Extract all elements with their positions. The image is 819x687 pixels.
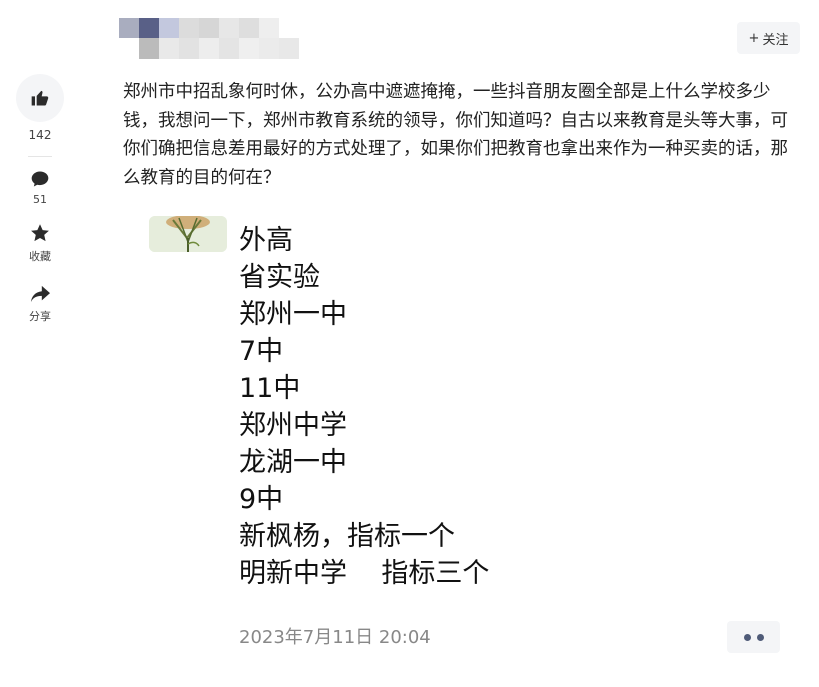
user-avatar-blurred[interactable] (119, 18, 301, 60)
share-label: 分享 (29, 310, 51, 323)
list-item: 外高 (239, 225, 293, 256)
star-icon (31, 224, 49, 242)
list-item: 明新中学 指标三个 (239, 558, 490, 589)
favorite-label: 收藏 (29, 250, 51, 263)
list-item: 11中 (239, 373, 301, 404)
image-thumbnail[interactable] (149, 216, 227, 252)
post-timestamp: 2023年7月11日 20:04 (239, 627, 431, 648)
thumbs-up-icon (31, 90, 49, 106)
list-item: 郑州中学 (239, 410, 347, 441)
like-count: 142 (28, 128, 52, 142)
comment-count: 51 (33, 193, 47, 206)
share-button[interactable]: 分享 (16, 284, 64, 324)
comment-button[interactable]: 51 (16, 169, 64, 206)
list-item: 省实验 (239, 262, 320, 293)
favorite-button[interactable]: 收藏 (16, 222, 64, 264)
follow-button[interactable]: + 关注 (737, 22, 800, 54)
share-arrow-icon (30, 285, 50, 303)
list-item: 9中 (239, 484, 284, 515)
more-options-button[interactable] (727, 621, 780, 653)
list-item: 郑州一中 (239, 299, 347, 330)
list-item: 7中 (239, 336, 284, 367)
action-sidebar: 142 51 收藏 分享 (16, 74, 64, 324)
like-button[interactable] (16, 74, 64, 122)
dot-icon (756, 633, 764, 641)
post-body-text: 郑州市中招乱象何时休，公办高中遮遮掩掩，一些抖音朋友圈全部是上什么学校多少钱，我… (123, 82, 788, 188)
follow-label: 关注 (762, 32, 789, 48)
plus-icon: + (748, 30, 760, 46)
post-image-text: 外高 省实验 郑州一中 7中 11中 郑州中学 龙湖一中 9中 新枫杨，指标一个… (239, 222, 489, 592)
list-item: 新枫杨，指标一个 (239, 521, 455, 552)
sidebar-divider (28, 156, 52, 157)
flower-image (149, 216, 227, 252)
list-item: 龙湖一中 (239, 447, 347, 478)
dot-icon (743, 633, 751, 641)
comment-icon (31, 171, 49, 187)
